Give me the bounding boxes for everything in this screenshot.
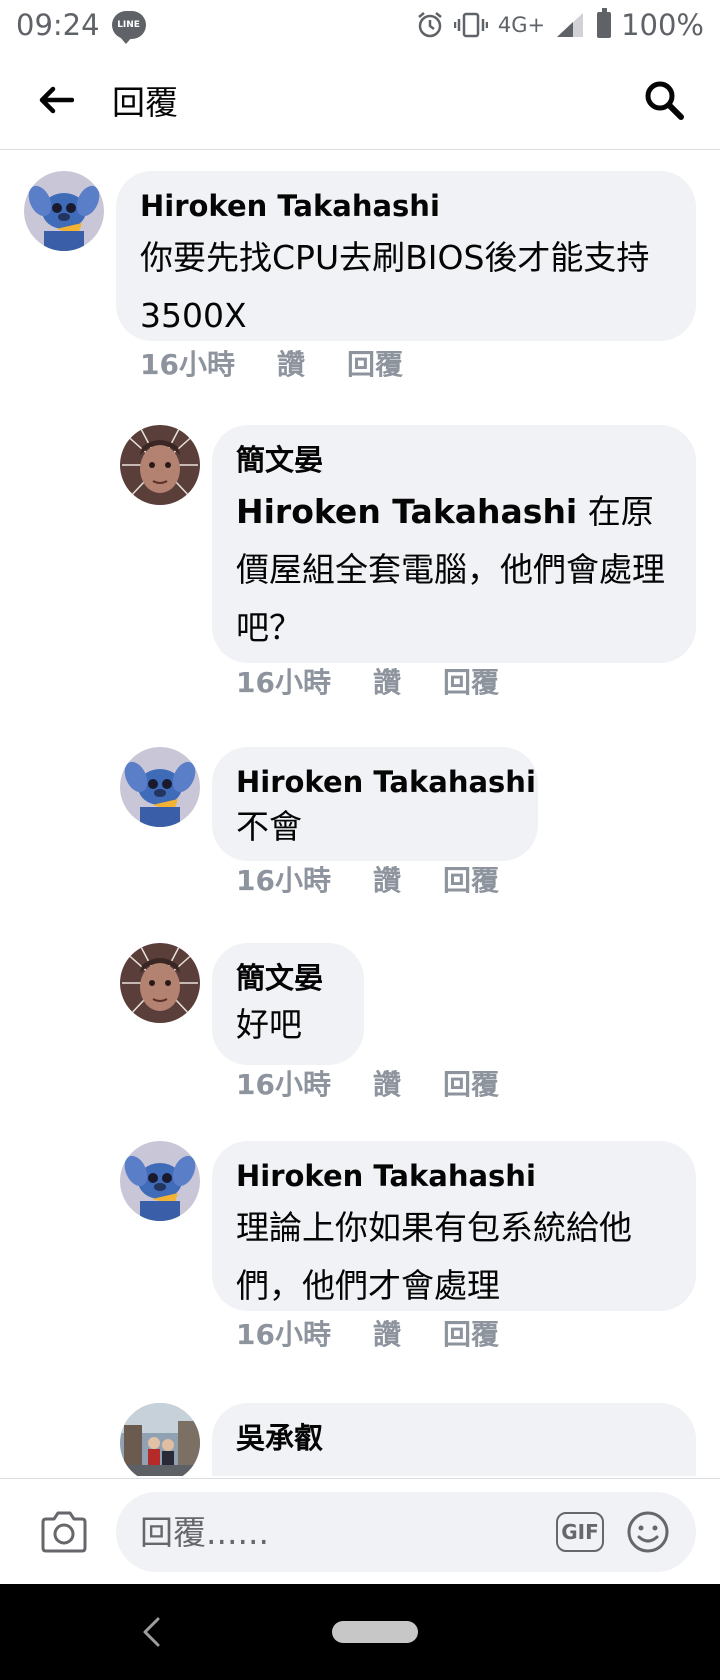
comment-timestamp[interactable]: 16小時	[236, 859, 331, 899]
comment-actions: 16小時 讚 回覆	[140, 343, 403, 383]
comment-actions: 16小時 讚 回覆	[236, 1313, 499, 1353]
like-button[interactable]: 讚	[373, 859, 401, 899]
avatar[interactable]	[120, 1403, 200, 1476]
battery-icon	[597, 8, 612, 38]
camera-button[interactable]	[34, 1502, 94, 1562]
street-photo-avatar-image	[120, 1403, 200, 1476]
status-time: 09:24	[16, 8, 100, 42]
page-title: 回覆	[112, 82, 178, 122]
comment-text: 好吧	[236, 1004, 302, 1044]
comment-bubble: 吳承叡	[212, 1403, 696, 1476]
search-button[interactable]	[634, 70, 694, 130]
stitch-avatar-image	[120, 1141, 200, 1221]
comment-author[interactable]: Hiroken Takahashi	[236, 1155, 672, 1199]
like-button[interactable]: 讚	[373, 1313, 401, 1353]
comment-timestamp[interactable]: 16小時	[140, 343, 235, 383]
reply-input-container: GIF	[116, 1492, 696, 1572]
avatar[interactable]	[120, 747, 200, 827]
comment-text: 不會	[236, 806, 302, 846]
reply-button[interactable]: 回覆	[443, 859, 499, 899]
system-nav-bar	[0, 1584, 720, 1680]
search-icon	[645, 81, 684, 120]
comment-bubble: 簡文晏 好吧	[212, 943, 364, 1065]
emoji-icon[interactable]	[626, 1510, 670, 1554]
arrow-left-icon	[39, 86, 74, 113]
comment-timestamp[interactable]: 16小時	[236, 1063, 331, 1103]
comment-actions: 16小時 讚 回覆	[236, 859, 499, 899]
comment-timestamp[interactable]: 16小時	[236, 661, 331, 701]
avatar[interactable]	[120, 943, 200, 1023]
like-button[interactable]: 讚	[373, 661, 401, 701]
comment-author[interactable]: Hiroken Takahashi	[236, 761, 536, 805]
avatar[interactable]	[120, 1141, 200, 1221]
signal-icon	[557, 13, 584, 37]
comment-author[interactable]: 吳承叡	[236, 1417, 672, 1461]
network-type: 4G+	[497, 13, 546, 37]
status-indicators: 4G+ 100%	[416, 8, 704, 42]
reply-button[interactable]: 回覆	[443, 1313, 499, 1353]
comment-author[interactable]: 簡文晏	[236, 439, 672, 483]
mention-link[interactable]: Hiroken Takahashi	[236, 492, 577, 531]
avatar[interactable]	[24, 171, 104, 251]
cartoon-face-avatar-image	[120, 943, 200, 1023]
status-bar: 09:24 LINE 4G+ 100%	[0, 0, 720, 50]
back-button[interactable]	[26, 70, 86, 130]
avatar[interactable]	[120, 425, 200, 505]
comment-actions: 16小時 讚 回覆	[236, 1063, 499, 1103]
comment: 吳承叡	[0, 1367, 720, 1476]
comment-text: 你要先找CPU去刷BIOS後才能支持3500X	[140, 237, 650, 335]
reply-input[interactable]	[116, 1512, 516, 1552]
gif-button[interactable]: GIF	[556, 1512, 604, 1552]
like-button[interactable]: 讚	[373, 1063, 401, 1103]
comment-timestamp[interactable]: 16小時	[236, 1313, 331, 1353]
app-header: 回覆	[0, 50, 720, 150]
nav-back-icon[interactable]	[134, 1614, 170, 1650]
comment-author[interactable]: 簡文晏	[236, 957, 340, 1001]
line-app-icon: LINE	[111, 11, 146, 44]
comment: Hiroken Takahashi 你要先找CPU去刷BIOS後才能支持3500…	[0, 151, 720, 391]
camera-icon	[41, 1511, 87, 1552]
comment-list[interactable]: Hiroken Takahashi 你要先找CPU去刷BIOS後才能支持3500…	[0, 151, 720, 1476]
reply-button[interactable]: 回覆	[347, 343, 403, 383]
comment-bubble: 簡文晏 Hiroken Takahashi 在原價屋組全套電腦，他們會處理吧？	[212, 425, 696, 663]
comment-bubble: Hiroken Takahashi 不會	[212, 747, 538, 861]
battery-level: 100%	[621, 8, 704, 42]
vibrate-icon	[453, 12, 488, 38]
like-button[interactable]: 讚	[277, 343, 305, 383]
comment-text: 理論上你如果有包系統給他們，他們才會處理	[236, 1207, 632, 1305]
comment-author[interactable]: Hiroken Takahashi	[140, 185, 672, 229]
reply-button[interactable]: 回覆	[443, 1063, 499, 1103]
stitch-avatar-image	[120, 747, 200, 827]
alarm-icon	[418, 12, 442, 38]
cartoon-face-avatar-image	[120, 425, 200, 505]
reply-button[interactable]: 回覆	[443, 661, 499, 701]
nav-home-pill[interactable]	[332, 1621, 418, 1643]
reply-composer: GIF	[0, 1478, 720, 1584]
comment-actions: 16小時 讚 回覆	[236, 661, 499, 701]
comment-bubble: Hiroken Takahashi 理論上你如果有包系統給他們，他們才會處理	[212, 1141, 696, 1311]
comment: 簡文晏 Hiroken Takahashi 在原價屋組全套電腦，他們會處理吧？ …	[0, 391, 720, 721]
comment: 簡文晏 好吧 16小時 讚 回覆	[0, 921, 720, 1121]
comment: Hiroken Takahashi 不會 16小時 讚 回覆	[0, 721, 720, 921]
comment: Hiroken Takahashi 理論上你如果有包系統給他們，他們才會處理 1…	[0, 1121, 720, 1367]
stitch-avatar-image	[24, 171, 104, 251]
comment-bubble: Hiroken Takahashi 你要先找CPU去刷BIOS後才能支持3500…	[116, 171, 696, 341]
comment-text: Hiroken Takahashi 在原價屋組全套電腦，他們會處理吧？	[236, 483, 672, 657]
